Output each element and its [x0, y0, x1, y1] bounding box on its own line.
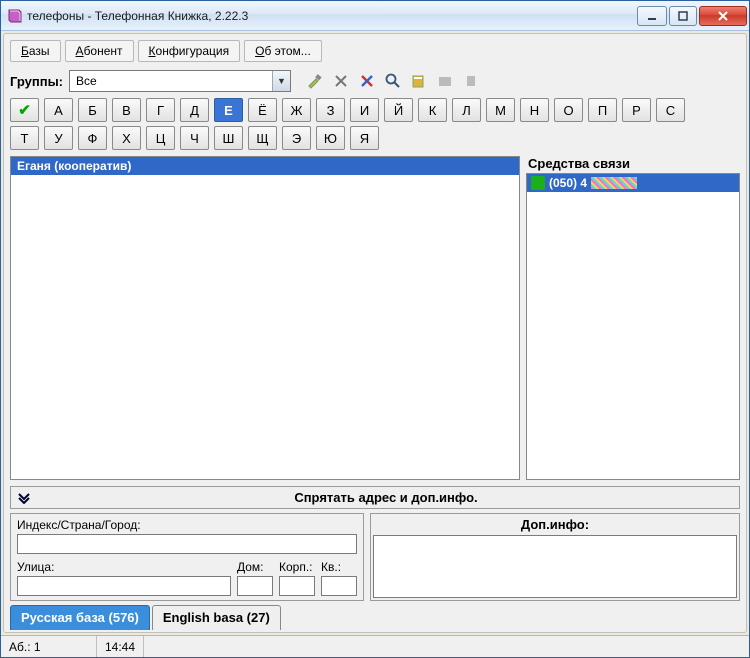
- toolbar-icons: [305, 71, 481, 91]
- alpha-letter-Е[interactable]: Е: [214, 98, 243, 122]
- contacts-list[interactable]: Еганя (кооператив): [10, 156, 520, 480]
- alpha-letter-А[interactable]: А: [44, 98, 73, 122]
- alpha-letter-Щ[interactable]: Щ: [248, 126, 277, 150]
- dop-textarea[interactable]: [373, 535, 737, 598]
- menu-abonent[interactable]: Абонент: [65, 40, 134, 62]
- alpha-letter-К[interactable]: К: [418, 98, 447, 122]
- close-button[interactable]: [699, 6, 747, 26]
- alpha-letter-Ц[interactable]: Ц: [146, 126, 175, 150]
- alpha-letter-Ю[interactable]: Ю: [316, 126, 345, 150]
- house-label: Дом:: [237, 560, 273, 574]
- book-icon[interactable]: [409, 71, 429, 91]
- dop-box: Доп.инфо:: [370, 513, 740, 601]
- communications-list[interactable]: (050) 4: [526, 173, 740, 480]
- alpha-letter-Й[interactable]: Й: [384, 98, 413, 122]
- alpha-letter-У[interactable]: У: [44, 126, 73, 150]
- index-field[interactable]: [17, 534, 357, 554]
- app-window: телефоны - Телефонная Книжка, 2.22.3 Баз…: [0, 0, 750, 658]
- status-ab: Аб.: 1: [1, 636, 97, 657]
- alpha-letter-Н[interactable]: Н: [520, 98, 549, 122]
- tab-english-db[interactable]: English basa (27): [152, 605, 281, 630]
- hide-bar-label: Спрятать адрес и доп.инфо.: [39, 490, 733, 505]
- alpha-letter-Л[interactable]: Л: [452, 98, 481, 122]
- korp-field[interactable]: [279, 576, 315, 596]
- house-field[interactable]: [237, 576, 273, 596]
- search-icon[interactable]: [383, 71, 403, 91]
- hide-address-bar[interactable]: Спрятать адрес и доп.инфо.: [10, 486, 740, 509]
- alpha-letter-С[interactable]: С: [656, 98, 685, 122]
- minimize-button[interactable]: [637, 6, 667, 26]
- address-dop-row: Индекс/Страна/Город: Улица: Дом:: [8, 511, 742, 603]
- alphabet-filter: ✔АБВГДЕЁЖЗИЙКЛМНОПРС ТУФХЦЧШЩЭЮЯ: [8, 98, 742, 154]
- index-label: Индекс/Страна/Город:: [17, 518, 357, 532]
- disabled-tool2-icon: [461, 71, 481, 91]
- alpha-letter-П[interactable]: П: [588, 98, 617, 122]
- status-time: 14:44: [97, 636, 144, 657]
- alpha-letter-Ч[interactable]: Ч: [180, 126, 209, 150]
- menubar: Базы Абонент Конфигурация Об этом...: [8, 36, 742, 68]
- groups-combo[interactable]: Все ▼: [69, 70, 291, 92]
- disabled-tool1-icon: [435, 71, 455, 91]
- flat-label: Кв.:: [321, 560, 357, 574]
- communications-title: Средства связи: [526, 156, 740, 173]
- maximize-button[interactable]: [669, 6, 697, 26]
- street-field[interactable]: [17, 576, 231, 596]
- alpha-letter-Т[interactable]: Т: [10, 126, 39, 150]
- groups-row: Группы: Все ▼: [8, 68, 742, 98]
- korp-label: Корп.:: [279, 560, 315, 574]
- alpha-letter-Р[interactable]: Р: [622, 98, 651, 122]
- groups-label: Группы:: [10, 74, 63, 89]
- obscured-digits: [591, 177, 637, 189]
- alpha-letter-Ё[interactable]: Ё: [248, 98, 277, 122]
- menu-bases[interactable]: Базы: [10, 40, 61, 62]
- address-box: Индекс/Страна/Город: Улица: Дом:: [10, 513, 364, 601]
- cross-tools-icon[interactable]: [357, 71, 377, 91]
- window-controls: [637, 6, 747, 26]
- main-card: Базы Абонент Конфигурация Об этом... Гру…: [3, 33, 747, 633]
- alpha-letter-О[interactable]: О: [554, 98, 583, 122]
- main-panels: Еганя (кооператив) Средства связи (050) …: [8, 154, 742, 482]
- collapse-icon: [17, 492, 31, 504]
- alpha-letter-Г[interactable]: Г: [146, 98, 175, 122]
- alpha-letter-Х[interactable]: Х: [112, 126, 141, 150]
- menu-about[interactable]: Об этом...: [244, 40, 322, 62]
- content-area: Базы Абонент Конфигурация Об этом... Гру…: [1, 31, 749, 635]
- alpha-letter-Б[interactable]: Б: [78, 98, 107, 122]
- alpha-letter-И[interactable]: И: [350, 98, 379, 122]
- alpha-letter-З[interactable]: З: [316, 98, 345, 122]
- alpha-letter-Д[interactable]: Д: [180, 98, 209, 122]
- alpha-letter-Я[interactable]: Я: [350, 126, 379, 150]
- street-label: Улица:: [17, 560, 231, 574]
- contact-selected[interactable]: Еганя (кооператив): [11, 157, 519, 175]
- tab-russian-db[interactable]: Русская база (576): [10, 605, 150, 630]
- flat-field[interactable]: [321, 576, 357, 596]
- menu-config[interactable]: Конфигурация: [138, 40, 241, 62]
- alpha-letter-Ш[interactable]: Ш: [214, 126, 243, 150]
- comm-phone-text: (050) 4: [549, 176, 587, 190]
- dop-title: Доп.инфо:: [373, 516, 737, 535]
- phone-icon: [531, 176, 545, 190]
- app-icon: [7, 8, 23, 24]
- statusbar: Аб.: 1 14:44: [1, 635, 749, 657]
- hammer-icon[interactable]: [305, 71, 325, 91]
- alpha-letter-В[interactable]: В: [112, 98, 141, 122]
- titlebar: телефоны - Телефонная Книжка, 2.22.3: [1, 1, 749, 31]
- alpha-letter-Э[interactable]: Э: [282, 126, 311, 150]
- database-tabs: Русская база (576) English basa (27): [8, 603, 742, 630]
- communications-panel: Средства связи (050) 4: [526, 156, 740, 480]
- alpha-letter-Ж[interactable]: Ж: [282, 98, 311, 122]
- alpha-check-button[interactable]: ✔: [10, 98, 39, 122]
- comm-row-phone[interactable]: (050) 4: [527, 174, 739, 192]
- groups-combo-text: Все: [70, 74, 272, 88]
- tools-icon[interactable]: [331, 71, 351, 91]
- window-title: телефоны - Телефонная Книжка, 2.22.3: [27, 9, 637, 23]
- chevron-down-icon[interactable]: ▼: [272, 71, 290, 91]
- alpha-letter-Ф[interactable]: Ф: [78, 126, 107, 150]
- alpha-letter-М[interactable]: М: [486, 98, 515, 122]
